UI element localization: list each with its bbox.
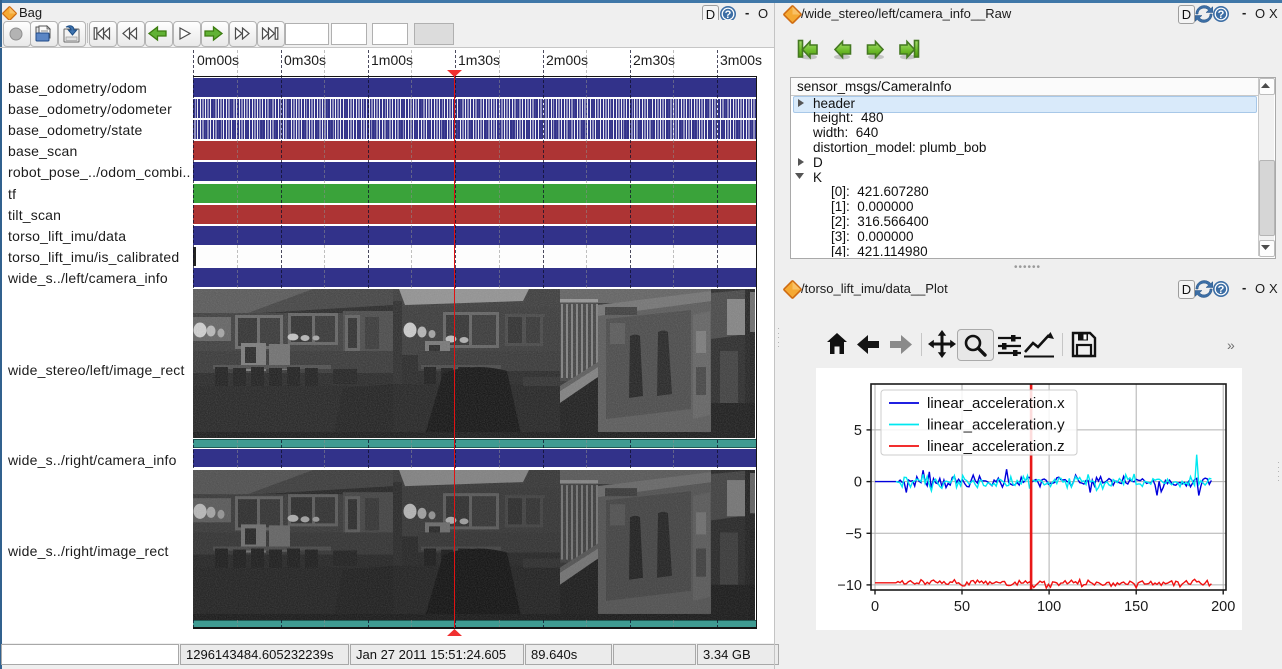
svg-text:−5: −5 — [845, 526, 862, 542]
svg-text:0: 0 — [854, 475, 862, 491]
svg-text:linear_acceleration.z: linear_acceleration.z — [927, 438, 1065, 455]
svg-text:0: 0 — [871, 599, 879, 615]
svg-text:50: 50 — [954, 599, 970, 615]
svg-text:100: 100 — [1037, 599, 1061, 615]
svg-text:−10: −10 — [837, 578, 862, 594]
svg-text:150: 150 — [1124, 599, 1148, 615]
svg-text:?: ? — [1218, 284, 1225, 296]
svg-text:5: 5 — [854, 423, 862, 439]
svg-text:linear_acceleration.y: linear_acceleration.y — [927, 417, 1065, 434]
svg-text:200: 200 — [1211, 599, 1235, 615]
svg-text:?: ? — [1218, 9, 1225, 21]
svg-text:linear_acceleration.x: linear_acceleration.x — [927, 395, 1065, 412]
